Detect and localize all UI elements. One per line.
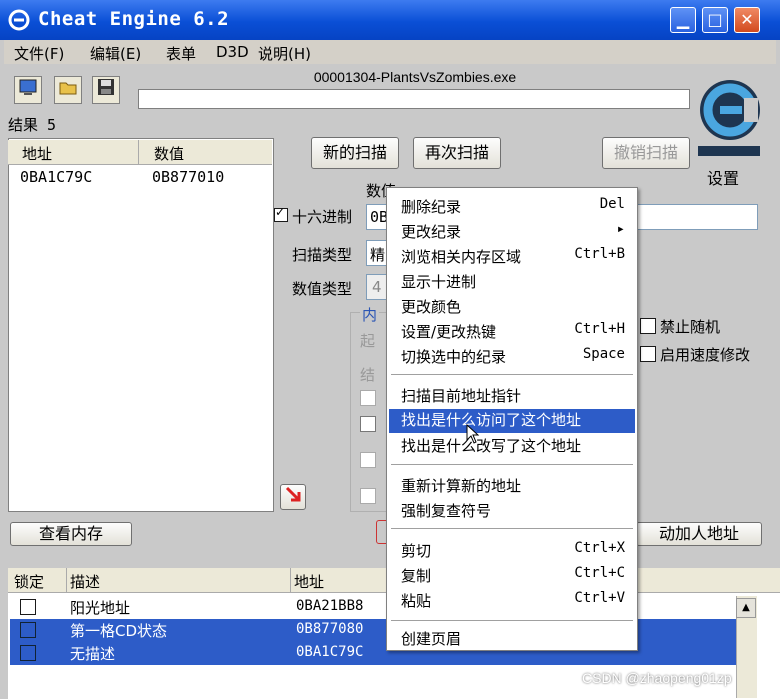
header-value[interactable]: 数值 [154,143,184,164]
menu-item-cut[interactable]: 剪切 Ctrl+X [401,540,633,564]
speedhack-checkbox[interactable] [640,346,656,362]
header-divider [66,568,67,592]
scan-progress-bar [138,89,690,109]
header-address[interactable]: 地址 [294,571,324,592]
header-description[interactable]: 描述 [70,571,100,592]
menu-item-recalculate[interactable]: 重新计算新的地址 [401,475,633,499]
freeze-checkbox[interactable] [20,599,36,615]
add-address-manually-button[interactable]: 动加人地址 [636,522,762,546]
menu-d3d[interactable]: D3D [216,43,249,61]
row-address[interactable]: 0B877080 [296,621,363,637]
window-title: Cheat Engine 6.2 [38,8,230,30]
header-address[interactable]: 地址 [22,143,52,164]
scan-type-value: 精 [370,246,386,264]
speedhack-label[interactable]: 启用速度修改 [660,344,750,365]
menu-item-force-recheck[interactable]: 强制复查符号 [401,500,633,524]
found-addresses-list[interactable] [8,138,274,512]
next-scan-button[interactable]: 再次扫描 [413,137,501,169]
submenu-arrow-icon: ▸ [616,221,625,237]
row-description[interactable]: 无描述 [70,643,115,664]
menu-item-change-record[interactable]: 更改纪录 ▸ [401,221,633,245]
maximize-button[interactable]: □ [702,7,728,33]
watermark: CSDN @zhaopeng01zp [582,670,732,686]
option-checkbox-2[interactable] [360,416,376,432]
menu-item-paste[interactable]: 粘贴 Ctrl+V [401,590,633,614]
end-label: 结 [360,366,376,384]
cheat-engine-logo[interactable] [692,70,764,160]
settings-label[interactable]: 设置 [707,165,739,189]
row-address[interactable]: 0BA21BB8 [296,598,363,614]
menu-table[interactable]: 表单 [166,43,196,64]
menu-item-pointer-scan[interactable]: 扫描目前地址指针 [401,385,633,409]
value-type-value: 4 [372,278,382,296]
menu-separator [391,464,633,468]
menu-separator [391,374,633,378]
open-process-icon [19,79,37,95]
row-description[interactable]: 第一格CD状态 [70,620,167,641]
row-address[interactable]: 0BA1C79C [296,644,363,660]
open-file-icon [59,82,77,95]
option-checkbox-1[interactable] [360,390,376,406]
scroll-up-button[interactable]: ▲ [736,598,756,618]
hex-check-mark: ✓ [275,205,286,219]
menu-item-set-hotkey[interactable]: 设置/更改热键 Ctrl+H [401,321,633,345]
results-count: 结果 5 [8,116,57,134]
memory-options-title: 内 [360,304,380,325]
header-freeze[interactable]: 锁定 [14,571,44,592]
menu-item-find-access[interactable]: 找出是什么访问了这个地址 [389,409,635,433]
disable-random-checkbox[interactable] [640,318,656,334]
value-type-label: 数值类型 [292,280,353,298]
header-divider [138,140,139,164]
menu-item-delete[interactable]: 删除纪录 Del [401,196,633,220]
option-checkbox-3[interactable] [360,452,376,468]
row-description[interactable]: 阳光地址 [70,597,130,618]
found-row-value[interactable]: 0B877010 [152,168,224,186]
undo-scan-button[interactable]: 撤销扫描 [602,137,690,169]
freeze-checkbox[interactable] [20,622,36,638]
save-button[interactable] [92,76,120,104]
menu-item-browse-memory[interactable]: 浏览相关内存区域 Ctrl+B [401,246,633,270]
cheat-engine-icon [8,9,30,31]
open-process-button[interactable] [14,76,42,104]
menu-file[interactable]: 文件(F) [14,43,64,64]
freeze-checkbox[interactable] [20,645,36,661]
disable-random-label[interactable]: 禁止随机 [660,316,720,337]
menu-item-find-writes[interactable]: 找出是什么改写了这个地址 [401,435,633,459]
menu-item-change-color[interactable]: 更改颜色 [401,296,633,320]
red-arrow-icon [285,486,301,502]
hex-label: 十六进制 [292,208,353,226]
menu-item-toggle-selected[interactable]: 切换选中的纪录 Space [401,346,633,370]
process-name: 00001304-PlantsVsZombies.exe [313,69,517,85]
view-memory-button[interactable]: 查看内存 [10,522,132,546]
close-button[interactable]: ✕ [734,7,760,33]
start-label: 起 [360,332,376,350]
menu-edit[interactable]: 编辑(E) [90,43,141,64]
new-scan-button[interactable]: 新的扫描 [311,137,399,169]
context-menu: 删除纪录 Del 更改纪录 ▸ 浏览相关内存区域 Ctrl+B 显示十进制 更改颜色 … [386,187,638,651]
minimize-button[interactable]: ▁ [670,7,696,33]
header-divider [290,568,291,592]
menu-separator [391,620,633,624]
add-to-list-button[interactable] [280,484,306,510]
menu-item-show-decimal[interactable]: 显示十进制 [401,271,633,295]
option-checkbox-4[interactable] [360,488,376,504]
open-file-button[interactable] [54,76,82,104]
menu-item-create-header[interactable]: 创建页眉 [401,628,633,652]
menu-help[interactable]: 说明(H) [258,43,311,64]
menu-separator [391,528,633,532]
save-icon [98,79,114,95]
mouse-cursor-icon [466,423,480,448]
found-row-address[interactable]: 0BA1C79C [20,168,92,186]
menu-item-copy[interactable]: 复制 Ctrl+C [401,565,633,589]
scan-type-label: 扫描类型 [292,246,353,264]
